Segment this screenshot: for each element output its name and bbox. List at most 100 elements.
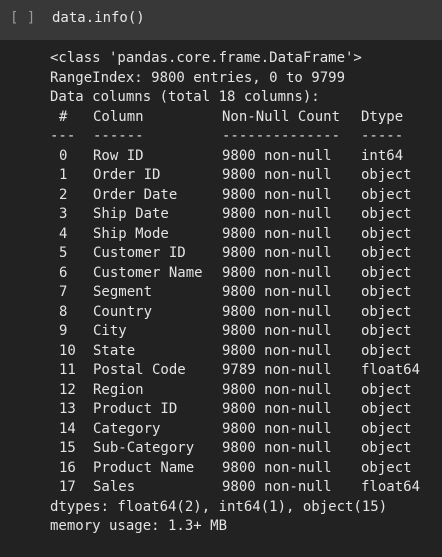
table-row: 11 Postal Code 9789 non-null float64: [50, 361, 420, 381]
non-null-count: 9800 non-null: [222, 342, 332, 359]
header-num: #: [59, 108, 68, 125]
table-row: 7 Segment 9800 non-null object: [50, 283, 412, 303]
row-index: 9: [59, 323, 68, 339]
table-row: 17 Sales 9800 non-null float64: [50, 478, 420, 498]
non-null-count: 9800 non-null: [222, 440, 332, 456]
row-index: 16: [59, 459, 76, 476]
dtype-value: float64: [361, 479, 421, 495]
dtype-value: object: [361, 459, 412, 476]
row-index: 1: [59, 167, 68, 183]
info-table-separator: --- ------ -------------- -----: [50, 127, 403, 147]
dtype-value: object: [361, 303, 412, 320]
non-null-count: 9800 non-null: [222, 225, 332, 242]
output-range-index-line: RangeIndex: 9800 entries, 0 to 9799: [50, 69, 346, 86]
table-row: 10 State 9800 non-null object: [50, 342, 412, 362]
row-index: 3: [59, 206, 68, 222]
column-name: Product ID: [93, 401, 178, 417]
column-name: State: [93, 342, 136, 359]
non-null-count: 9800 non-null: [222, 264, 332, 281]
header-non-null-count: Non-Null Count: [222, 108, 341, 125]
separator-num: ---: [50, 128, 76, 144]
column-name: Sub-Category: [93, 440, 195, 456]
non-null-count: 9800 non-null: [222, 323, 332, 339]
table-row: 13 Product ID 9800 non-null object: [50, 400, 412, 420]
column-name: Order Date: [93, 186, 178, 203]
dtype-value: object: [361, 440, 412, 456]
dtype-value: object: [361, 420, 412, 437]
row-index: 17: [59, 479, 76, 495]
header-column: Column: [93, 108, 144, 125]
separator-count: --------------: [222, 128, 341, 144]
row-index: 5: [59, 245, 68, 261]
dtype-value: object: [361, 167, 412, 183]
row-index: 13: [59, 401, 76, 417]
execution-count-prompt: [ ]: [10, 10, 36, 26]
row-index: 4: [59, 225, 68, 242]
non-null-count: 9800 non-null: [222, 381, 332, 398]
column-name: Postal Code: [93, 362, 186, 378]
table-row: 2 Order Date 9800 non-null object: [50, 186, 412, 206]
column-name: Sales: [93, 479, 136, 495]
table-row: 4 Ship Mode 9800 non-null object: [50, 225, 412, 245]
dtype-value: object: [361, 264, 412, 281]
table-row: 3 Ship Date 9800 non-null object: [50, 205, 412, 225]
output-data-columns-line: Data columns (total 18 columns):: [50, 89, 320, 105]
table-row: 6 Customer Name 9800 non-null object: [50, 264, 412, 284]
column-name: Customer ID: [93, 245, 186, 261]
dtype-value: object: [361, 186, 412, 203]
table-row: 0 Row ID 9800 non-null int64: [50, 147, 403, 167]
table-row: 12 Region 9800 non-null object: [50, 381, 412, 401]
dtype-value: int64: [361, 147, 404, 164]
dtype-value: object: [361, 245, 412, 261]
dtype-value: object: [361, 323, 412, 339]
table-row: 5 Customer ID 9800 non-null object: [50, 244, 412, 264]
dtype-value: object: [361, 342, 412, 359]
non-null-count: 9800 non-null: [222, 420, 332, 437]
dtype-value: object: [361, 401, 412, 417]
column-name: Region: [93, 381, 144, 398]
column-name: City: [93, 323, 127, 339]
table-row: 9 City 9800 non-null object: [50, 322, 412, 342]
column-name: Country: [93, 303, 153, 320]
row-index: 12: [59, 381, 76, 398]
row-index: 2: [59, 186, 68, 203]
non-null-count: 9800 non-null: [222, 459, 332, 476]
output-class-line: <class 'pandas.core.frame.DataFrame'>: [50, 50, 362, 66]
column-name: Segment: [93, 284, 153, 300]
table-row: 8 Country 9800 non-null object: [50, 303, 412, 323]
table-row: 14 Category 9800 non-null object: [50, 420, 412, 440]
code-editor-line[interactable]: data.info(): [52, 9, 145, 29]
column-name: Customer Name: [93, 264, 203, 281]
row-index: 14: [59, 420, 76, 437]
header-dtype: Dtype: [361, 108, 404, 125]
table-row: 15 Sub-Category 9800 non-null object: [50, 439, 412, 459]
row-index: 15: [59, 440, 76, 456]
row-index: 11: [59, 362, 76, 378]
info-table-body: 0 Row ID 9800 non-null int64 1 Order ID 9800 n…: [50, 147, 420, 498]
dtype-value: object: [361, 206, 412, 222]
non-null-count: 9800 non-null: [222, 186, 332, 203]
row-index: 7: [59, 284, 68, 300]
row-index: 10: [59, 342, 76, 359]
code-input-area[interactable]: [ ] data.info(): [0, 0, 442, 40]
non-null-count: 9800 non-null: [222, 167, 332, 183]
dtype-value: float64: [361, 362, 421, 378]
column-name: Row ID: [93, 147, 144, 164]
non-null-count: 9800 non-null: [222, 284, 332, 300]
separator-dtype: -----: [361, 128, 404, 144]
cell-output: <class 'pandas.core.frame.DataFrame'> Ra…: [50, 49, 420, 537]
non-null-count: 9800 non-null: [222, 245, 332, 261]
dtype-value: object: [361, 225, 412, 242]
column-name: Category: [93, 420, 161, 437]
non-null-count: 9800 non-null: [222, 401, 332, 417]
separator-column: ------: [93, 128, 144, 144]
column-name: Ship Mode: [93, 225, 169, 242]
non-null-count: 9789 non-null: [222, 362, 332, 378]
non-null-count: 9800 non-null: [222, 303, 332, 320]
column-name: Ship Date: [93, 206, 169, 222]
non-null-count: 9800 non-null: [222, 479, 332, 495]
output-memory-usage-line: memory usage: 1.3+ MB: [50, 518, 228, 534]
non-null-count: 9800 non-null: [222, 147, 332, 164]
dtype-value: object: [361, 284, 412, 300]
output-dtypes-line: dtypes: float64(2), int64(1), object(15): [50, 498, 388, 515]
